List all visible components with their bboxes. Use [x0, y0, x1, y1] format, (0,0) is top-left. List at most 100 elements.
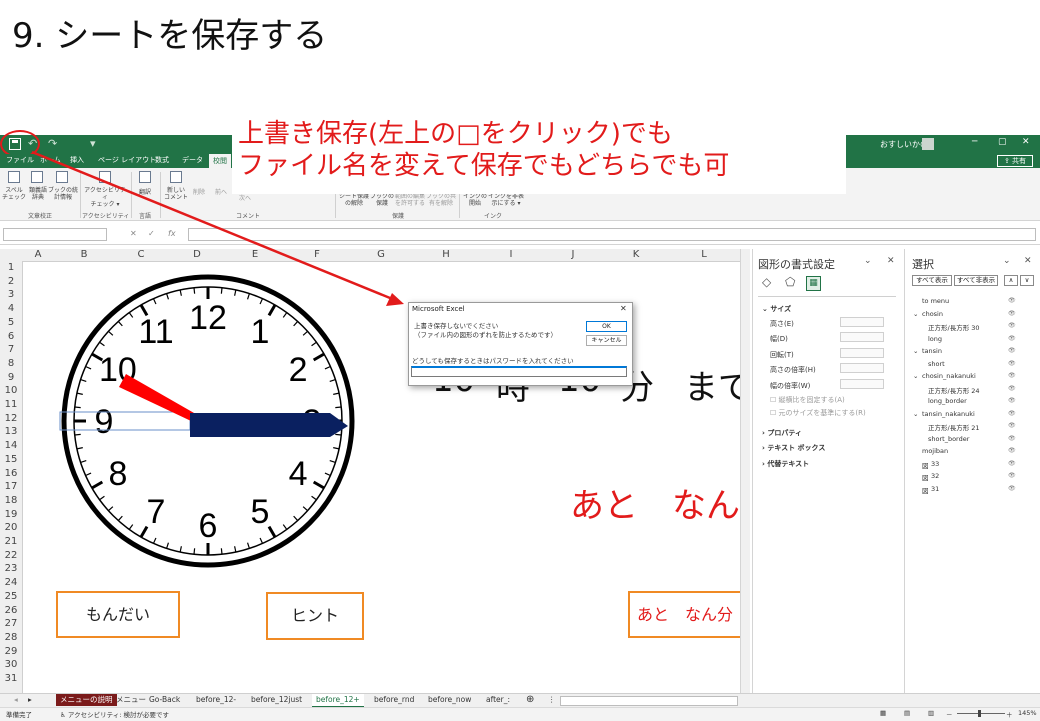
password-prompt: どうしても保存するときはパスワードを入れてください — [412, 357, 574, 365]
send-backward-button[interactable]: ∨ — [1020, 275, 1034, 286]
visibility-eye-icon[interactable]: 👁 — [1008, 322, 1016, 329]
height-field[interactable] — [840, 317, 884, 327]
effects-icon[interactable]: ⬠ — [785, 275, 795, 289]
visibility-eye-icon[interactable]: 👁 — [1008, 297, 1016, 304]
pane-divider — [758, 296, 896, 297]
selection-item[interactable]: 正方形/長方形 21 — [928, 422, 980, 432]
visibility-eye-icon[interactable]: 👁 — [1008, 397, 1016, 404]
visibility-eye-icon[interactable]: 👁 — [1008, 410, 1016, 417]
sheet-tab[interactable]: before_12just — [251, 694, 302, 706]
sheet-tab[interactable]: before_now — [428, 694, 471, 706]
fill-line-icon[interactable]: ◇ — [762, 275, 771, 289]
lock-aspect-label: 縦横比を固定する(A) — [778, 396, 845, 404]
relative-original-checkbox[interactable]: ☐ 元のサイズを基準にする(R) — [770, 408, 866, 418]
password-input[interactable] — [411, 366, 627, 377]
relative-original-label: 元のサイズを基準にする(R) — [778, 409, 866, 417]
format-pane-close-icon[interactable]: ✕ — [887, 256, 895, 266]
visibility-eye-icon[interactable]: 👁 — [1008, 422, 1016, 429]
picture-icon: 図 — [922, 461, 929, 470]
width-field[interactable] — [840, 332, 884, 342]
selection-item[interactable]: long_border — [928, 397, 967, 405]
alt-text-section-header[interactable]: › 代替テキスト — [762, 459, 809, 469]
size-section-label: サイズ — [770, 305, 792, 313]
sheet-tab[interactable]: before_12- — [196, 694, 236, 706]
textbox-section-header[interactable]: › テキスト ボックス — [762, 443, 825, 453]
selection-item[interactable]: 正方形/長方形 30 — [928, 322, 980, 332]
visibility-eye-icon[interactable]: 👁 — [1008, 347, 1016, 354]
picture-icon: 図 — [922, 474, 929, 482]
selection-item[interactable]: mojiban — [922, 447, 948, 455]
scale-width-label: 幅の倍率(W) — [770, 382, 811, 390]
visibility-eye-icon[interactable]: 👁 — [1008, 385, 1016, 392]
sheet-tabs-more-icon[interactable]: ⋮ — [548, 694, 556, 706]
height-label: 高さ(E) — [770, 320, 794, 328]
sheet-tab[interactable]: after_: — [486, 694, 510, 706]
selection-item[interactable]: tansin_nakanuki — [922, 410, 975, 418]
visibility-eye-icon[interactable]: 👁 — [1008, 460, 1016, 467]
show-all-button[interactable]: すべて表示 — [912, 275, 952, 286]
horizontal-scrollbar[interactable] — [560, 696, 738, 706]
properties-label: プロパティ — [767, 429, 802, 437]
properties-section-header[interactable]: › プロパティ — [762, 428, 802, 438]
rotation-field[interactable] — [840, 348, 884, 358]
cancel-button[interactable]: キャンセル — [586, 335, 627, 346]
visibility-eye-icon[interactable]: 👁 — [1008, 310, 1016, 317]
visibility-eye-icon[interactable]: 👁 — [1008, 335, 1016, 342]
visibility-eye-icon[interactable]: 👁 — [1008, 435, 1016, 442]
sheet-tab[interactable]: メニュー — [116, 694, 146, 706]
scale-height-label: 高さの倍率(H) — [770, 366, 816, 374]
expand-icon[interactable]: ⌄ — [913, 372, 918, 380]
selection-pane-collapse-icon[interactable]: ⌄ — [1003, 256, 1011, 266]
size-properties-icon[interactable]: ▦ — [806, 276, 821, 291]
selection-item[interactable]: long — [928, 335, 942, 343]
format-pane-collapse-icon[interactable]: ⌄ — [864, 256, 872, 266]
selection-item[interactable]: 正方形/長方形 24 — [928, 385, 980, 395]
selection-item[interactable]: chosin — [922, 310, 943, 318]
visibility-eye-icon[interactable]: 👁 — [1008, 472, 1016, 479]
selection-pane-close-icon[interactable]: ✕ — [1024, 256, 1032, 266]
sheet-tab-active[interactable]: before_12+ — [312, 694, 364, 708]
alt-text-label: 代替テキスト — [767, 460, 810, 468]
accessibility-status[interactable]: ♿ アクセシビリティ: 検討が必要です — [60, 709, 169, 719]
zoom-out-icon[interactable]: － — [946, 709, 953, 719]
zoom-slider-thumb[interactable] — [978, 710, 981, 717]
visibility-eye-icon[interactable]: 👁 — [1008, 447, 1016, 454]
size-section-header[interactable]: ⌄ サイズ — [762, 304, 791, 314]
expand-icon[interactable]: ⌄ — [913, 410, 918, 418]
page-layout-view-icon[interactable]: ▤ — [904, 709, 910, 717]
visibility-eye-icon[interactable]: 👁 — [1008, 360, 1016, 367]
selection-item[interactable]: tansin — [922, 347, 942, 355]
scale-width-field[interactable] — [840, 379, 884, 389]
lock-aspect-checkbox[interactable]: ☐ 縦横比を固定する(A) — [770, 395, 845, 405]
add-sheet-icon[interactable]: ⊕ — [526, 694, 534, 706]
selection-item[interactable]: short_border — [928, 435, 969, 443]
hide-all-button[interactable]: すべて非表示 — [954, 275, 998, 286]
dialog-message: 上書き保存しないでください （ファイル内の図形のずれを防止するためです） — [414, 322, 557, 339]
sheet-tab[interactable]: before_rnd — [374, 694, 414, 706]
scale-height-field[interactable] — [840, 363, 884, 373]
page-break-view-icon[interactable]: ▥ — [928, 709, 934, 717]
sheet-next-icon[interactable]: ▸ — [28, 694, 32, 706]
expand-icon[interactable]: ⌄ — [913, 310, 918, 318]
ok-button[interactable]: OK — [586, 321, 627, 332]
normal-view-icon[interactable]: ▦ — [880, 709, 886, 717]
zoom-slider[interactable] — [957, 713, 1005, 714]
picture-icon: 図 — [922, 486, 929, 495]
visibility-eye-icon[interactable]: 👁 — [1008, 485, 1016, 492]
dialog-close-icon[interactable]: ✕ — [620, 304, 627, 313]
visibility-eye-icon[interactable]: 👁 — [1008, 372, 1016, 379]
selection-item[interactable]: to menu — [922, 297, 949, 305]
selection-item[interactable]: 33 — [931, 460, 939, 468]
selection-item[interactable]: 31 — [931, 485, 939, 493]
zoom-level[interactable]: 145% — [1018, 709, 1037, 717]
sheet-prev-icon[interactable]: ◂ — [14, 694, 18, 706]
textbox-label: テキスト ボックス — [767, 444, 826, 452]
sheet-tab[interactable]: Go-Back — [149, 694, 180, 706]
zoom-in-icon[interactable]: ＋ — [1006, 709, 1013, 719]
expand-icon[interactable]: ⌄ — [913, 347, 918, 355]
selection-item[interactable]: chosin_nakanuki — [922, 372, 976, 380]
selection-item[interactable]: 32 — [931, 472, 939, 480]
sheet-tab[interactable]: メニューの説明 — [56, 694, 117, 706]
bring-forward-button[interactable]: ∧ — [1004, 275, 1018, 286]
selection-item[interactable]: short — [928, 360, 945, 368]
